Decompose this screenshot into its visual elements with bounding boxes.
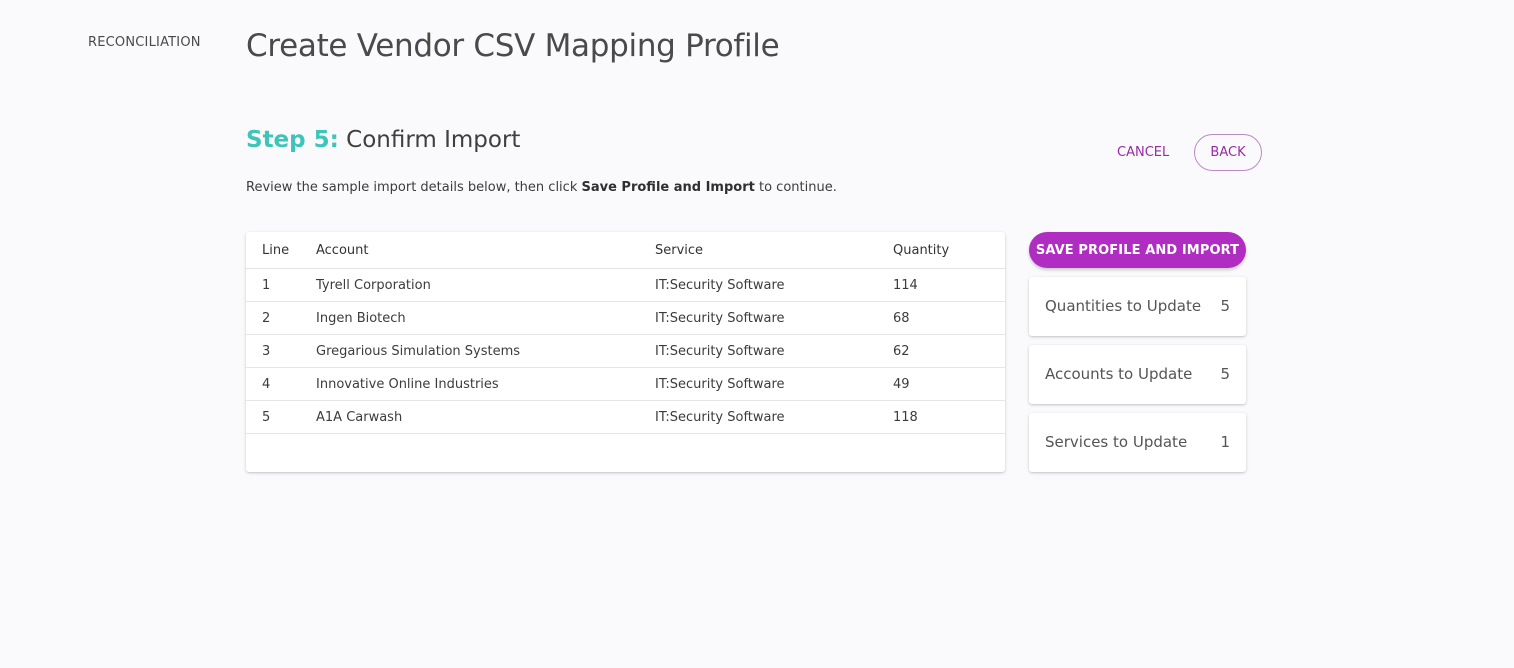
stat-value: 1 (1220, 433, 1230, 451)
page: RECONCILIATION Create Vendor CSV Mapping… (0, 0, 1514, 668)
stat-label: Accounts to Update (1045, 365, 1193, 383)
cell-account: A1A Carwash (316, 400, 655, 434)
cell-service: IT:Security Software (655, 268, 893, 302)
nav-section-label[interactable]: RECONCILIATION (88, 35, 201, 50)
cell-account: Gregarious Simulation Systems (316, 334, 655, 368)
stat-value: 5 (1220, 365, 1230, 383)
services-to-update-card: Services to Update 1 (1029, 413, 1246, 472)
table-header-row: Line Account Service Quantity (246, 232, 1005, 269)
page-title: Create Vendor CSV Mapping Profile (246, 28, 780, 64)
stat-label: Quantities to Update (1045, 297, 1202, 315)
column-header-service: Service (655, 232, 893, 269)
table-row: 1 Tyrell Corporation IT:Security Softwar… (246, 268, 1005, 302)
cell-quantity: 114 (893, 268, 1005, 302)
cell-service: IT:Security Software (655, 334, 893, 368)
cancel-button[interactable]: CANCEL (1107, 134, 1179, 170)
cell-quantity: 118 (893, 400, 1005, 434)
column-header-quantity: Quantity (893, 232, 1005, 269)
cell-service: IT:Security Software (655, 367, 893, 401)
table-row: 3 Gregarious Simulation Systems IT:Secur… (246, 334, 1005, 368)
column-header-account: Account (316, 232, 655, 269)
stat-label: Services to Update (1045, 433, 1188, 451)
back-button[interactable]: BACK (1194, 134, 1262, 171)
import-preview-table-card: Line Account Service Quantity 1 Tyrell C… (246, 232, 1005, 472)
instructions: Review the sample import details below, … (246, 180, 837, 195)
step-title-text: Confirm Import (346, 127, 521, 153)
cell-line: 3 (246, 334, 316, 368)
column-header-line: Line (246, 232, 316, 269)
cell-line: 5 (246, 400, 316, 434)
cell-quantity: 62 (893, 334, 1005, 368)
cell-quantity: 68 (893, 301, 1005, 335)
cell-quantity: 49 (893, 367, 1005, 401)
save-profile-and-import-button[interactable]: SAVE PROFILE AND IMPORT (1029, 232, 1246, 268)
instructions-text: Review the sample import details below, … (246, 180, 582, 195)
cell-service: IT:Security Software (655, 301, 893, 335)
quantities-to-update-card: Quantities to Update 5 (1029, 277, 1246, 336)
import-preview-table: Line Account Service Quantity 1 Tyrell C… (246, 232, 1005, 434)
table-row: 2 Ingen Biotech IT:Security Software 68 (246, 301, 1005, 335)
table-row: 5 A1A Carwash IT:Security Software 118 (246, 400, 1005, 434)
cell-line: 2 (246, 301, 316, 335)
cell-account: Tyrell Corporation (316, 268, 655, 302)
cell-account: Innovative Online Industries (316, 367, 655, 401)
cell-service: IT:Security Software (655, 400, 893, 434)
accounts-to-update-card: Accounts to Update 5 (1029, 345, 1246, 404)
cell-line: 1 (246, 268, 316, 302)
step-number: Step 5: (246, 127, 339, 153)
step-title: Step 5: Confirm Import (246, 127, 520, 153)
instructions-text-end: to continue. (754, 180, 837, 195)
table-row: 4 Innovative Online Industries IT:Securi… (246, 367, 1005, 401)
instructions-emphasis: Save Profile and Import (581, 180, 755, 195)
stat-value: 5 (1220, 297, 1230, 315)
cell-line: 4 (246, 367, 316, 401)
cell-account: Ingen Biotech (316, 301, 655, 335)
